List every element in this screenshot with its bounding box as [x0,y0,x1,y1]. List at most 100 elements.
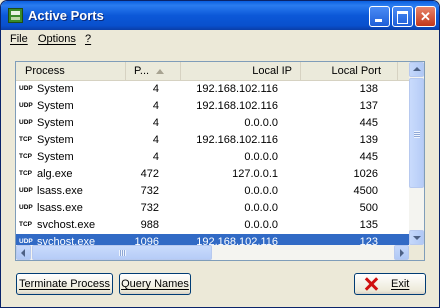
column-header-local-port[interactable]: Local Port [301,62,398,80]
local-port-cell: 4500 [353,185,378,197]
protocol-badge: UDP [19,204,33,211]
table-row[interactable]: TCP System 4 192.168.102.116 139 [16,132,409,149]
process-name: System [37,151,74,163]
column-header-pid[interactable]: P... [126,62,181,80]
local-port-cell: 1026 [353,168,378,180]
minimize-icon [375,19,382,22]
horizontal-scrollbar[interactable] [16,245,409,260]
process-name: System [37,117,74,129]
arrow-up-icon [413,67,421,71]
pid-cell: 4 [152,134,159,146]
menu-options[interactable]: Options [38,33,76,45]
table-row[interactable]: TCP svchost.exe 988 0.0.0.0 135 [16,217,409,234]
table-row[interactable]: UDP lsass.exe 732 0.0.0.0 500 [16,200,409,217]
scroll-down-button[interactable] [409,230,424,245]
local-port-cell: 138 [359,83,378,95]
protocol-badge: UDP [19,119,33,126]
table-row[interactable]: UDP System 4 192.168.102.116 137 [16,98,409,115]
process-name: alg.exe [37,168,73,180]
pid-cell: 4 [152,100,159,112]
protocol-badge: TCP [19,136,32,143]
maximize-icon [397,11,408,24]
exit-button[interactable]: Exit [354,273,426,295]
scrollbar-corner [409,245,424,260]
local-port-cell: 500 [359,202,378,214]
local-ip-cell: 127.0.0.1 [232,168,278,180]
protocol-badge: TCP [19,153,32,160]
exit-label: Exit [391,278,410,290]
active-ports-window: Active Ports ✕ File Options ? Process P.… [0,0,440,308]
process-name: svchost.exe [37,219,96,231]
local-ip-cell: 0.0.0.0 [244,202,278,214]
pid-cell: 4 [152,117,159,129]
list-rows: UDP System 4 192.168.102.116 138 UDP System 4 19… [16,81,409,251]
local-ip-cell: 0.0.0.0 [244,219,278,231]
grip-icon [414,131,420,138]
arrow-left-icon [21,249,25,257]
terminate-process-button[interactable]: Terminate Process [16,273,113,295]
process-name: System [37,100,74,112]
query-names-label: Query Names [121,278,189,290]
local-ip-cell: 192.168.102.116 [196,83,278,95]
protocol-badge: UDP [19,187,33,194]
local-port-cell: 137 [359,100,378,112]
scroll-up-button[interactable] [409,62,424,77]
column-header-local-ip[interactable]: Local IP [181,62,301,80]
local-ip-cell: 0.0.0.0 [244,185,278,197]
table-row[interactable]: UDP lsass.exe 732 0.0.0.0 4500 [16,183,409,200]
arrow-down-icon [413,236,421,240]
close-x-icon [364,277,378,291]
local-port-cell: 139 [359,134,378,146]
local-port-cell: 135 [359,219,378,231]
process-name: lsass.exe [37,202,83,214]
scroll-left-button[interactable] [16,245,31,260]
pid-cell: 4 [152,83,159,95]
maximize-button[interactable] [392,6,413,27]
local-ip-cell: 0.0.0.0 [244,117,278,129]
ports-list[interactable]: Process P... Local IP Local Port UDP Syst… [15,61,425,261]
menu-file[interactable]: File [10,33,28,45]
table-row[interactable]: TCP alg.exe 472 127.0.0.1 1026 [16,166,409,183]
vertical-scroll-thumb[interactable] [409,78,424,188]
column-header-process-label: Process [25,65,65,77]
close-button[interactable]: ✕ [415,6,436,27]
column-header-pid-label: P... [134,65,150,77]
window-title: Active Ports [28,8,104,23]
local-port-cell: 445 [359,151,378,163]
table-row[interactable]: UDP System 4 0.0.0.0 445 [16,115,409,132]
process-name: System [37,83,74,95]
scroll-right-button[interactable] [394,245,409,260]
title-bar[interactable]: Active Ports ✕ [1,1,439,30]
terminate-process-label: Terminate Process [18,278,111,290]
column-header-process[interactable]: Process [16,62,126,80]
pid-cell: 472 [140,168,159,180]
local-ip-cell: 192.168.102.116 [196,134,278,146]
arrow-right-icon [400,249,404,257]
pid-cell: 732 [140,202,159,214]
vertical-scrollbar[interactable] [409,62,424,245]
column-header-local-port-label: Local Port [331,65,381,77]
column-header-local-ip-label: Local IP [252,65,292,77]
grip-icon [119,250,126,256]
local-ip-cell: 0.0.0.0 [244,151,278,163]
local-port-cell: 445 [359,117,378,129]
query-names-button[interactable]: Query Names [119,273,191,295]
list-header: Process P... Local IP Local Port [16,62,409,81]
protocol-badge: TCP [19,221,32,228]
sort-ascending-icon [156,68,165,74]
process-name: lsass.exe [37,185,83,197]
pid-cell: 988 [140,219,159,231]
process-name: System [37,134,74,146]
local-ip-cell: 192.168.102.116 [196,100,278,112]
app-icon [8,8,23,23]
protocol-badge: TCP [19,170,32,177]
table-row[interactable]: UDP System 4 192.168.102.116 138 [16,81,409,98]
protocol-badge: UDP [19,85,33,92]
minimize-button[interactable] [369,6,390,27]
column-header-filler [398,62,409,80]
close-icon: ✕ [420,9,431,24]
menu-help[interactable]: ? [85,33,91,45]
menu-bar: File Options ? [1,30,439,49]
table-row[interactable]: TCP System 4 0.0.0.0 445 [16,149,409,166]
horizontal-scroll-thumb[interactable] [32,245,212,260]
